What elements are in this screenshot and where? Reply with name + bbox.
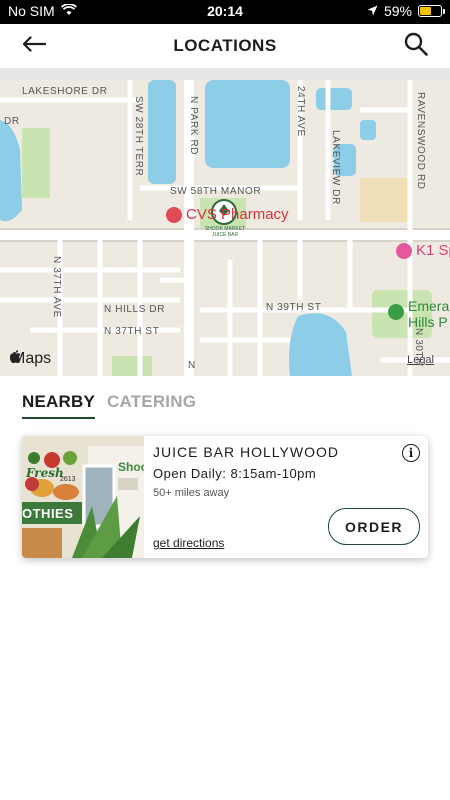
apple-maps-logo: Maps (10, 350, 51, 368)
map-label-58th-manor: SW 58TH MANOR (170, 186, 262, 197)
battery-percent: 59% (383, 3, 412, 19)
status-bar: No SIM 20:14 59% (0, 0, 450, 24)
map-label-24th-ave: 24TH AVE (295, 86, 306, 137)
store-card[interactable]: Fresh 2613 OTHIES Shoo JUICE BAR HOLLYWO… (22, 436, 428, 558)
map-label-lakeview: LAKEVIEW DR (330, 130, 341, 205)
poi-emerald-label: Emera (408, 298, 450, 314)
info-icon[interactable]: i (402, 444, 420, 462)
lake-small-1 (316, 88, 352, 110)
location-tabs: NEARBY CATERING (22, 392, 196, 419)
map-label-dr: DR (4, 116, 20, 127)
search-button[interactable] (402, 32, 430, 60)
legal-link[interactable]: Legal (407, 354, 434, 366)
school-block (360, 178, 410, 222)
photo-text-fresh: Fresh (26, 466, 64, 480)
store-photo-art (22, 436, 144, 558)
map-label-park-rd: N PARK RD (188, 96, 199, 156)
store-name: JUICE BAR HOLLYWOOD (153, 444, 339, 460)
park-2 (112, 356, 152, 376)
pharmacy-icon (166, 206, 182, 223)
photo-text-shoo: Shoo (118, 460, 144, 474)
spa-icon (396, 242, 412, 259)
poi-k1[interactable]: K1 Sp (396, 242, 450, 259)
poi-emerald[interactable]: Emera Hills P (388, 298, 449, 330)
lake-center (205, 80, 290, 168)
store-details: JUICE BAR HOLLYWOOD Open Daily: 8:15am-1… (153, 444, 420, 552)
map-label-ravenswood: RAVENSWOOD RD (415, 92, 426, 190)
poi-cvs[interactable]: CVS Pharmacy (166, 206, 289, 223)
map-label-n-37th-st: N 37TH ST (104, 326, 160, 337)
order-button[interactable]: ORDER (328, 508, 420, 545)
store-pin-sub: JUICE BAR (211, 232, 239, 238)
photo-text-smoothies: OTHIES (22, 506, 74, 521)
get-directions-link[interactable]: get directions (153, 536, 224, 550)
map-label-28th-terr: SW 28TH TERR (133, 96, 144, 177)
store-distance: 50+ miles away (153, 487, 230, 499)
poi-emerald-text: Emera Hills P (408, 298, 449, 330)
map[interactable]: LAKESHORE DR DR SW 28TH TERR N PARK RD 2… (0, 68, 450, 376)
poi-k1-label: K1 Sp (416, 242, 450, 259)
header: LOCATIONS (0, 24, 450, 68)
page-title: LOCATIONS (173, 36, 277, 55)
map-label-n-39th-st: N 39TH ST (266, 302, 322, 313)
battery-icon (418, 5, 445, 17)
map-label-n: N (188, 360, 196, 371)
map-label-37th-ave: N 37TH AVE (51, 256, 62, 318)
location-arrow-icon (367, 3, 378, 19)
map-label-n-hills: N HILLS DR (104, 304, 166, 315)
tab-nearby[interactable]: NEARBY (22, 392, 95, 419)
battery-fill (420, 7, 431, 15)
battery-tip (443, 9, 445, 14)
store-hours: Open Daily: 8:15am-10pm (153, 466, 317, 481)
map-label-lakeshore: LAKESHORE DR (22, 86, 108, 97)
poi-emerald-label-2: Hills P (408, 314, 448, 330)
store-photo: Fresh 2613 OTHIES Shoo (22, 436, 144, 558)
park-1 (22, 128, 50, 198)
lake-small-3 (360, 120, 376, 140)
status-right: 59% (367, 3, 445, 19)
tab-catering[interactable]: CATERING (107, 392, 196, 419)
tree-icon (388, 304, 404, 320)
poi-cvs-label: CVS Pharmacy (186, 206, 289, 223)
search-icon (404, 32, 428, 61)
photo-text-number: 2613 (60, 476, 76, 483)
store-pin-label[interactable]: SHOOK MARKET JUICE BAR (202, 226, 248, 238)
lake-park (148, 80, 176, 184)
